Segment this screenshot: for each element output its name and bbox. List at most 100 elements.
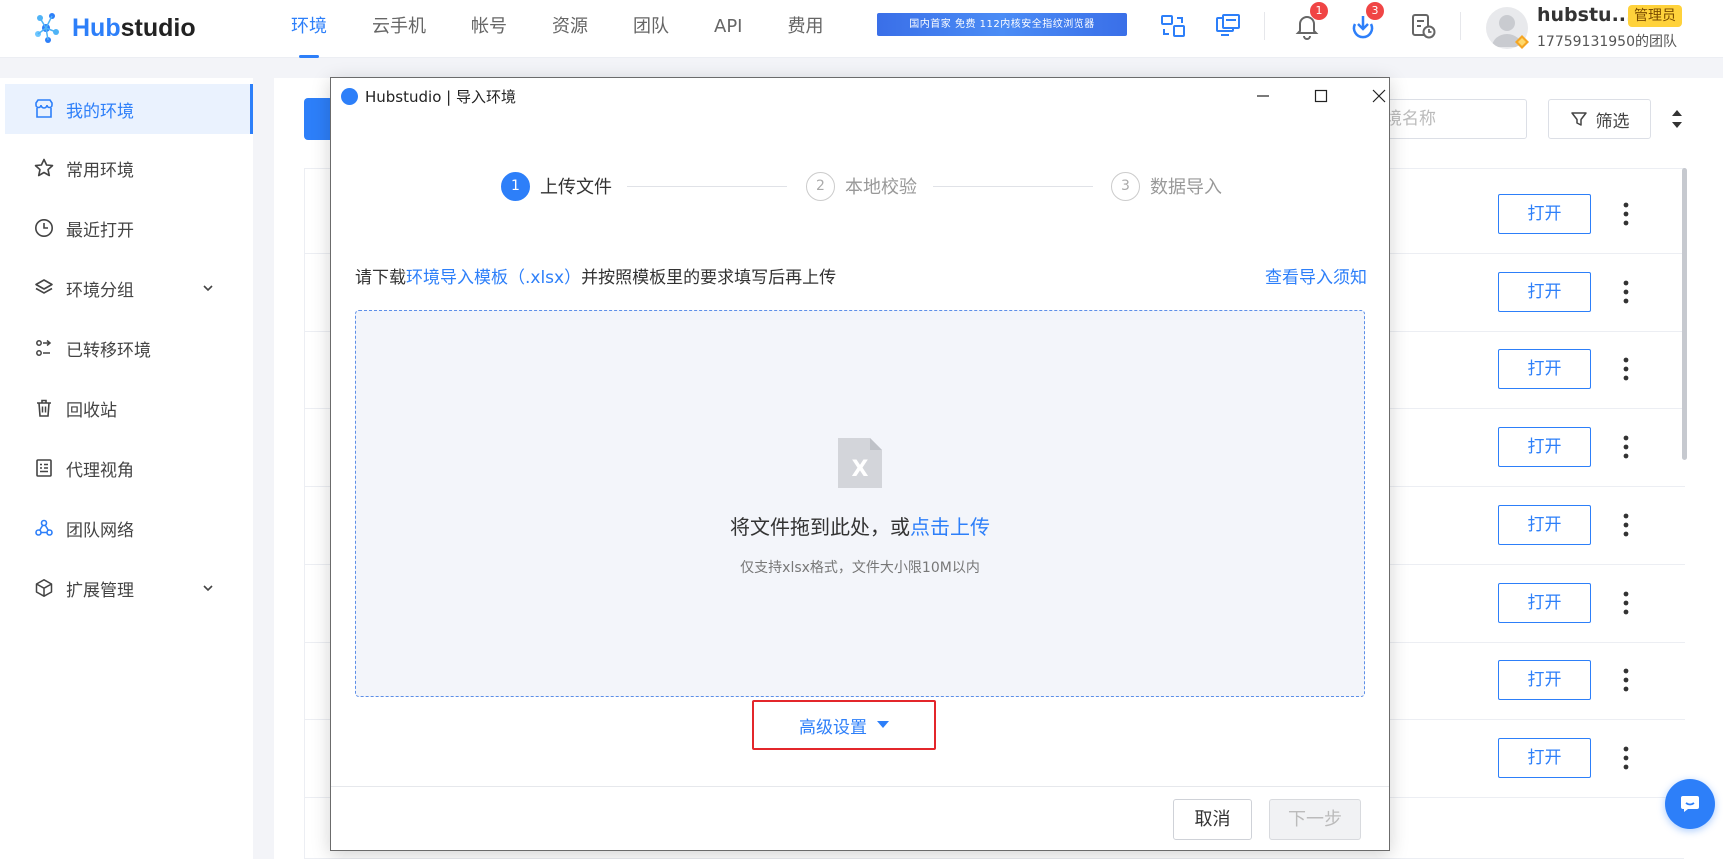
sidebar-item-recycle-bin[interactable]: 回收站 bbox=[0, 378, 253, 438]
template-download-link[interactable]: 环境导入模板（.xlsx） bbox=[406, 268, 581, 288]
nav-item-cloud-phone[interactable]: 云手机 bbox=[372, 0, 426, 58]
download-instruction: 请下载环境导入模板（.xlsx）并按照模板里的要求填写后再上传 bbox=[355, 263, 836, 288]
sort-icon[interactable] bbox=[1670, 108, 1684, 130]
sidebar-item-recent[interactable]: 最近打开 bbox=[0, 198, 253, 258]
close-button[interactable] bbox=[1359, 82, 1399, 110]
hubstudio-logo-icon bbox=[341, 88, 358, 105]
scrollbar[interactable] bbox=[1682, 168, 1687, 460]
drop-text: 将文件拖到此处，或点击上传 bbox=[356, 511, 1364, 540]
sidebar-item-transferred[interactable]: 已转移环境 bbox=[0, 318, 253, 378]
sidebar-item-my-environments[interactable]: 我的环境 bbox=[5, 84, 253, 134]
step-label: 本地校验 bbox=[845, 177, 917, 198]
import-notice-link[interactable]: 查看导入须知 bbox=[1265, 263, 1367, 288]
clock-icon bbox=[35, 219, 53, 237]
app-logo[interactable]: Hubstudio bbox=[34, 10, 196, 46]
sidebar-item-label: 扩展管理 bbox=[66, 580, 134, 601]
proxy-icon bbox=[36, 459, 52, 477]
top-bar: Hubstudio 环境 云手机 帐号 资源 团队 API 费用 国内首家 免费… bbox=[0, 0, 1723, 58]
sidebar-item-groups[interactable]: 环境分组 bbox=[0, 258, 253, 318]
cancel-button[interactable]: 取消 bbox=[1173, 799, 1252, 840]
instruction-prefix: 请下载 bbox=[355, 268, 406, 288]
step-upload-file: 1 上传文件 bbox=[501, 170, 612, 202]
team-name[interactable]: 17759131950的团队 bbox=[1537, 31, 1677, 51]
step-data-import: 3 数据导入 bbox=[1111, 170, 1222, 202]
logo-icon bbox=[35, 13, 59, 43]
filter-button[interactable]: 筛选 bbox=[1548, 99, 1651, 139]
open-environment-button[interactable]: 打开 bbox=[1498, 427, 1591, 468]
open-environment-button[interactable]: 打开 bbox=[1498, 504, 1591, 545]
import-environment-dialog: Hubstudio | 导入环境 1 上传文件 2 本地校验 3 数据导入 请下… bbox=[330, 77, 1390, 851]
divider bbox=[1264, 12, 1265, 40]
filter-icon bbox=[1570, 112, 1587, 126]
promo-banner[interactable]: 国内首家 免费 112内核安全指纹浏览器 bbox=[877, 13, 1127, 36]
step-label: 数据导入 bbox=[1150, 177, 1222, 198]
more-options-icon[interactable] bbox=[1621, 279, 1631, 305]
layers-icon bbox=[35, 279, 53, 294]
sidebar-item-team-network[interactable]: 团队网络 bbox=[0, 498, 253, 558]
more-options-icon[interactable] bbox=[1621, 667, 1631, 693]
open-environment-button[interactable]: 打开 bbox=[1498, 349, 1591, 390]
more-options-icon[interactable] bbox=[1621, 356, 1631, 382]
sidebar-item-label: 代理视角 bbox=[66, 460, 134, 481]
maximize-button[interactable] bbox=[1301, 82, 1341, 110]
filter-label: 筛选 bbox=[1595, 111, 1630, 132]
more-options-icon[interactable] bbox=[1621, 745, 1631, 771]
sidebar-item-label: 最近打开 bbox=[66, 220, 134, 241]
nav-item-account[interactable]: 帐号 bbox=[471, 0, 507, 58]
more-options-icon[interactable] bbox=[1621, 512, 1631, 538]
nav-item-resources[interactable]: 资源 bbox=[552, 0, 588, 58]
nav-item-environment[interactable]: 环境 bbox=[291, 0, 327, 58]
step-label: 上传文件 bbox=[540, 177, 612, 198]
nav-item-team[interactable]: 团队 bbox=[633, 0, 669, 58]
chevron-down-icon bbox=[203, 585, 213, 592]
download-count-badge: 3 bbox=[1366, 2, 1384, 20]
window-sync-icon[interactable] bbox=[1213, 11, 1243, 41]
open-environment-button[interactable]: 打开 bbox=[1498, 582, 1591, 623]
file-dropzone[interactable]: X 将文件拖到此处，或点击上传 仅支持xlsx格式，文件大小限10M以内 bbox=[355, 310, 1365, 697]
sidebar-item-extensions[interactable]: 扩展管理 bbox=[0, 558, 253, 618]
dialog-title: Hubstudio | 导入环境 bbox=[365, 88, 516, 106]
more-options-icon[interactable] bbox=[1621, 590, 1631, 616]
open-environment-button[interactable]: 打开 bbox=[1498, 660, 1591, 701]
more-options-icon[interactable] bbox=[1621, 434, 1631, 460]
notification-bell-icon[interactable]: 1 bbox=[1292, 2, 1328, 41]
trash-icon bbox=[37, 399, 51, 417]
transfer-icon bbox=[36, 339, 52, 356]
next-step-button[interactable]: 下一步 bbox=[1269, 799, 1361, 840]
upload-hint: 仅支持xlsx格式，文件大小限10M以内 bbox=[740, 560, 980, 576]
minimize-button[interactable] bbox=[1243, 82, 1283, 110]
step-connector bbox=[933, 186, 1093, 187]
open-environment-button[interactable]: 打开 bbox=[1498, 271, 1591, 312]
click-upload-link[interactable]: 点击上传 bbox=[910, 515, 990, 539]
minimize-icon bbox=[1257, 95, 1269, 97]
dialog-footer: 取消 下一步 bbox=[331, 786, 1389, 852]
sidebar-item-label: 环境分组 bbox=[66, 280, 134, 301]
sidebar-item-proxy-view[interactable]: 代理视角 bbox=[0, 438, 253, 498]
user-name[interactable]: hubstu... bbox=[1537, 4, 1633, 26]
download-icon[interactable]: 3 bbox=[1348, 2, 1384, 41]
nav-item-billing[interactable]: 费用 bbox=[787, 0, 823, 58]
advanced-settings-label: 高级设置 bbox=[799, 717, 867, 738]
main-nav: 环境 云手机 帐号 资源 团队 API 费用 bbox=[291, 0, 868, 58]
support-chat-button[interactable] bbox=[1665, 779, 1715, 829]
sidebar-item-label: 团队网络 bbox=[66, 520, 134, 541]
history-icon[interactable] bbox=[1408, 11, 1438, 41]
dialog-title-bar[interactable]: Hubstudio | 导入环境 bbox=[331, 78, 1389, 114]
open-environment-button[interactable]: 打开 bbox=[1498, 194, 1591, 234]
device-sync-icon[interactable] bbox=[1158, 11, 1188, 41]
divider bbox=[1460, 12, 1461, 40]
import-steps: 1 上传文件 2 本地校验 3 数据导入 bbox=[501, 170, 1231, 202]
nav-item-api[interactable]: API bbox=[714, 0, 742, 58]
sidebar-item-label: 常用环境 bbox=[66, 160, 134, 181]
sidebar: 我的环境 常用环境 最近打开 环境分组 已转移环境 回收站 代理视角 团队网络 … bbox=[0, 78, 253, 859]
shop-icon bbox=[35, 99, 53, 118]
cube-icon bbox=[35, 579, 53, 597]
instruction-suffix: 并按照模板里的要求填写后再上传 bbox=[581, 268, 837, 288]
vip-diamond-icon bbox=[1515, 35, 1529, 49]
sidebar-item-favorites[interactable]: 常用环境 bbox=[0, 138, 253, 198]
open-environment-button[interactable]: 打开 bbox=[1498, 737, 1591, 778]
advanced-settings-toggle[interactable]: 高级设置 bbox=[752, 700, 936, 750]
more-options-icon[interactable] bbox=[1621, 201, 1631, 227]
step-local-check: 2 本地校验 bbox=[806, 170, 917, 202]
maximize-icon bbox=[1314, 89, 1328, 103]
